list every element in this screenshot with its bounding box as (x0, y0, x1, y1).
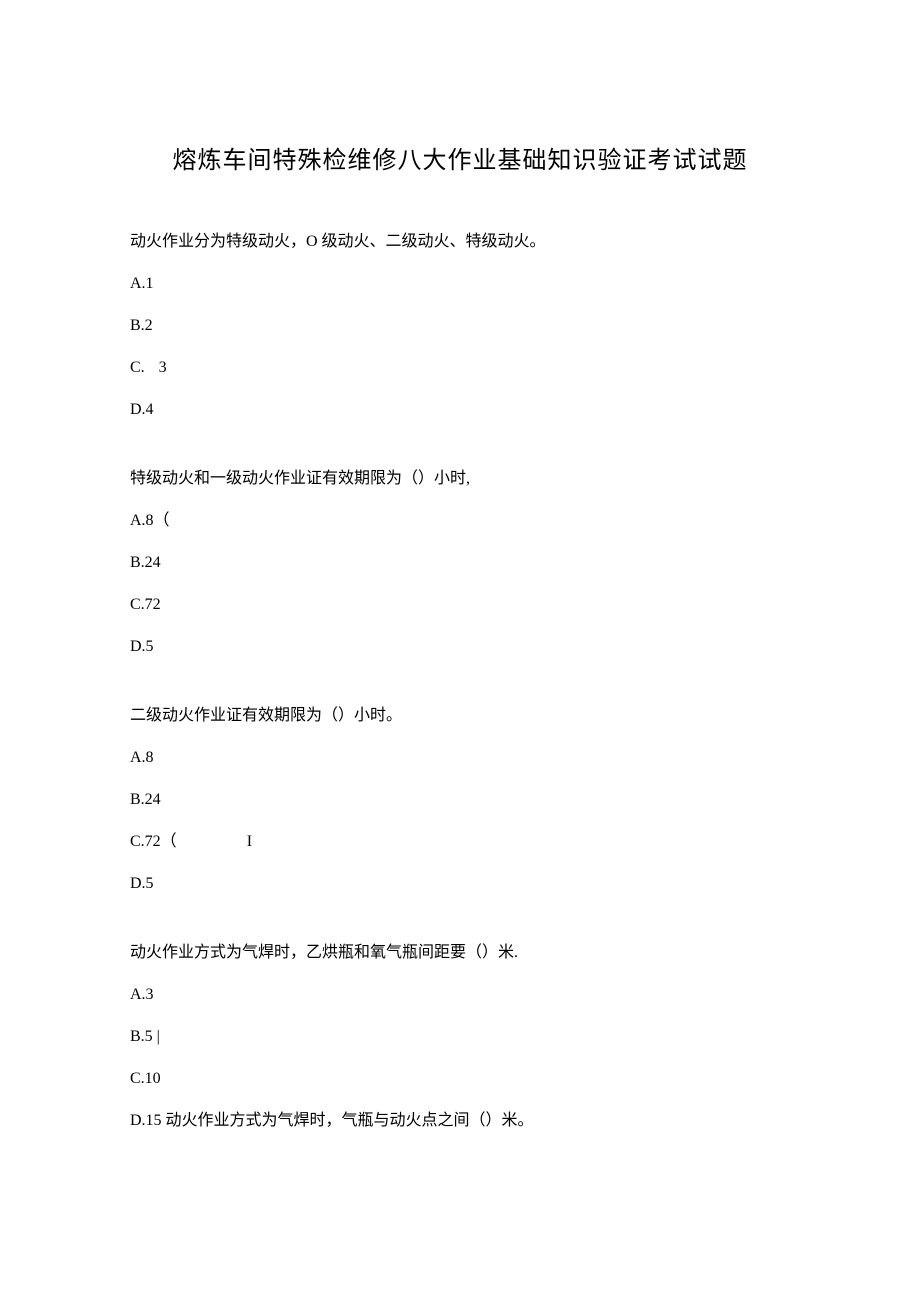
page-title: 熔炼车间特殊检维修八大作业基础知识验证考试试题 (130, 140, 790, 175)
option-a: A.8（ (130, 509, 790, 533)
option-d: D.5 (130, 872, 790, 896)
option-a: A.3 (130, 983, 790, 1007)
option-d: D.4 (130, 398, 790, 422)
option-d: D.5 (130, 635, 790, 659)
option-a: A.8 (130, 746, 790, 770)
option-c: C.72（ I (130, 830, 790, 854)
question-1: 动火作业分为特级动火，O 级动火、二级动火、特级动火。 A.1 B.2 C. 3… (130, 230, 790, 422)
option-b: B.24 (130, 551, 790, 575)
option-b: B.2 (130, 314, 790, 338)
question-text: 二级动火作业证有效期限为（）小时。 (130, 704, 790, 728)
question-4: 动火作业方式为气焊时，乙烘瓶和氧气瓶间距要（）米. A.3 B.5 | C.10… (130, 941, 790, 1133)
extra-mark: I (247, 830, 252, 854)
option-c: C.10 (130, 1067, 790, 1091)
question-text: 动火作业分为特级动火，O 级动火、二级动火、特级动火。 (130, 230, 790, 254)
question-3: 二级动火作业证有效期限为（）小时。 A.8 B.24 C.72（ I D.5 (130, 704, 790, 896)
option-c: C.72 (130, 593, 790, 617)
option-d: D.15 动火作业方式为气焊时，气瓶与动火点之间（）米。 (130, 1109, 790, 1133)
question-2: 特级动火和一级动火作业证有效期限为（）小时, A.8（ B.24 C.72 D.… (130, 467, 790, 659)
question-text: 动火作业方式为气焊时，乙烘瓶和氧气瓶间距要（）米. (130, 941, 790, 965)
option-b: B.24 (130, 788, 790, 812)
option-c-text: C.72（ (130, 833, 177, 850)
question-text: 特级动火和一级动火作业证有效期限为（）小时, (130, 467, 790, 491)
option-b: B.5 | (130, 1025, 790, 1049)
option-a: A.1 (130, 272, 790, 296)
option-c: C. 3 (130, 356, 790, 380)
